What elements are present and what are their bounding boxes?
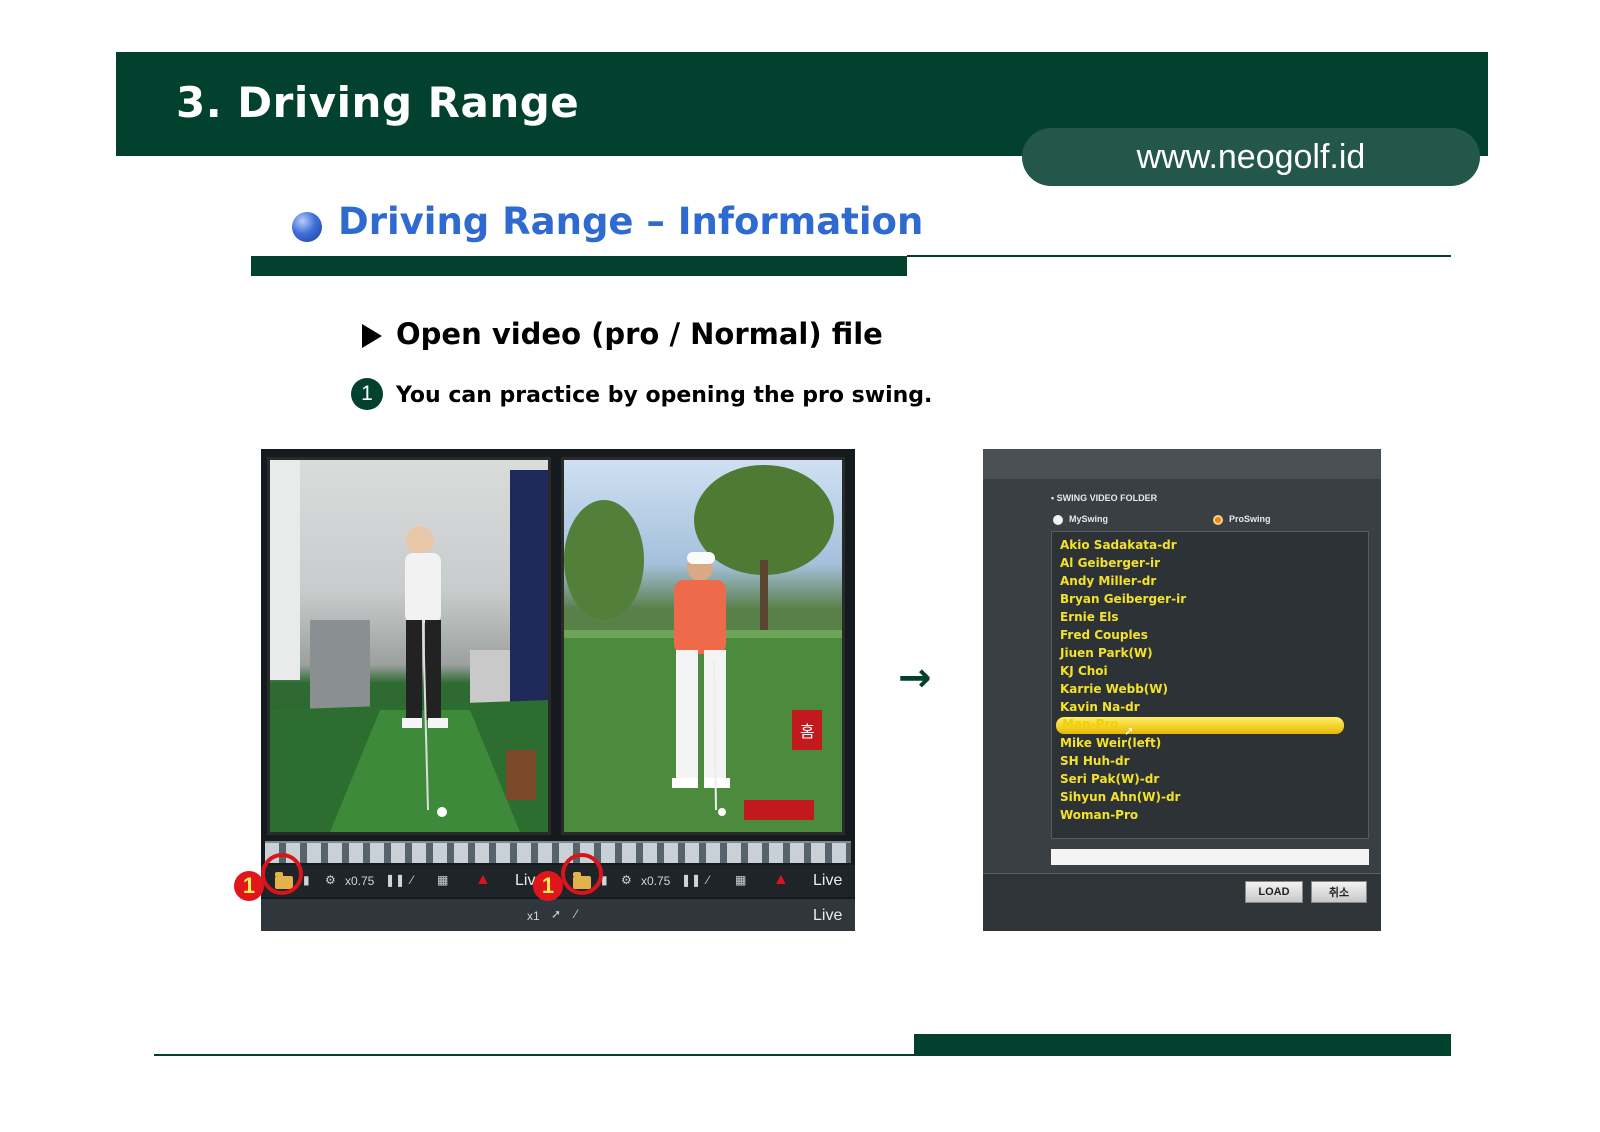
section-title: Driving Range – Information — [338, 200, 924, 243]
footer-bar — [914, 1034, 1451, 1056]
section-bullet-icon — [292, 212, 322, 242]
load-button[interactable]: LOAD — [1245, 881, 1303, 903]
zoom-level[interactable]: x1 — [527, 909, 540, 923]
callout-badge-right: 1 — [533, 871, 563, 901]
page-title: 3. Driving Range — [176, 78, 580, 127]
list-item[interactable]: Sihyun Ahn(W)-dr — [1060, 790, 1180, 804]
swing-line-icon[interactable]: ⁄ — [411, 873, 413, 887]
list-item[interactable]: Bryan Geiberger-ir — [1060, 592, 1186, 606]
footer-line — [154, 1054, 914, 1056]
list-item-selected[interactable]: Man-Pro — [1056, 717, 1344, 734]
list-item[interactable]: KJ Choi — [1060, 664, 1108, 678]
highlight-circle-right — [561, 853, 603, 895]
record-icon[interactable]: ▲ — [475, 871, 491, 889]
bottom-control-bar: x1 ➚ ⁄ Live — [261, 899, 855, 931]
cursor-icon[interactable]: ➚ — [551, 907, 561, 921]
list-item[interactable]: Jiuen Park(W) — [1060, 646, 1153, 660]
callout-badge-left: 1 — [234, 871, 264, 901]
user-swing-video[interactable] — [267, 457, 551, 835]
settings-icon[interactable]: ⚙ — [621, 873, 632, 887]
speed-right[interactable]: x0.75 — [641, 874, 670, 888]
speed-left[interactable]: x0.75 — [345, 874, 374, 888]
step-number-badge: 1 — [351, 378, 383, 410]
red-sign-text: 홈 — [800, 722, 815, 741]
frame-timeline[interactable] — [265, 841, 851, 863]
grid-icon[interactable]: ▦ — [437, 873, 448, 887]
video-player-panel: 홈 ▮ ⚙ x0.75 ❚❚ ⁄ ▦ ▲ Live ▮ ⚙ x0.75 ❚❚ ⁄… — [261, 449, 855, 931]
pro-swing-video[interactable]: 홈 — [561, 457, 845, 835]
right-arrow-icon: → — [898, 655, 932, 701]
pause-icon[interactable]: ❚❚ — [681, 873, 701, 887]
mouse-cursor-icon: ➚ — [1124, 724, 1135, 738]
record-icon[interactable]: ▲ — [773, 871, 789, 889]
list-item[interactable]: Karrie Webb(W) — [1060, 682, 1168, 696]
cancel-button[interactable]: 취소 — [1311, 881, 1367, 903]
swing-video-folder-dialog: • SWING VIDEO FOLDER MySwing ProSwing Ak… — [983, 449, 1381, 931]
outdoor-golfer-illustration: 홈 — [564, 465, 842, 832]
section-underline-line — [907, 255, 1451, 257]
list-item[interactable]: Ernie Els — [1060, 610, 1119, 624]
swing-line-icon[interactable]: ⁄ — [575, 907, 577, 921]
radio-myswing[interactable] — [1053, 515, 1063, 525]
pause-icon[interactable]: ❚❚ — [385, 873, 405, 887]
website-url: www.neogolf.id — [1022, 128, 1480, 186]
radio-proswing-label: ProSwing — [1229, 514, 1271, 524]
settings-icon[interactable]: ⚙ — [325, 873, 336, 887]
triangle-bullet-icon — [362, 324, 382, 348]
dialog-titlebar — [983, 449, 1381, 479]
list-item[interactable]: Akio Sadakata-dr — [1060, 538, 1177, 552]
list-item[interactable]: Fred Couples — [1060, 628, 1148, 642]
list-item[interactable]: SH Huh-dr — [1060, 754, 1129, 768]
section-underline-bar — [251, 256, 907, 276]
list-item[interactable]: Kavin Na-dr — [1060, 700, 1140, 714]
list-item[interactable]: Mike Weir(left) — [1060, 736, 1161, 750]
live-label-right[interactable]: Live — [813, 872, 842, 890]
file-name-input[interactable] — [1051, 849, 1369, 865]
list-item[interactable]: Seri Pak(W)-dr — [1060, 772, 1159, 786]
highlight-circle-left — [261, 853, 303, 895]
live-label-bottom[interactable]: Live — [813, 907, 842, 925]
list-item[interactable]: Andy Miller-dr — [1060, 574, 1156, 588]
grid-icon[interactable]: ▦ — [735, 873, 746, 887]
list-item[interactable]: Al Geiberger-ir — [1060, 556, 1160, 570]
dialog-heading: • SWING VIDEO FOLDER — [1051, 493, 1158, 503]
list-item[interactable]: Woman-Pro — [1060, 808, 1138, 822]
save-icon[interactable]: ▮ — [303, 873, 310, 887]
radio-myswing-label: MySwing — [1069, 514, 1109, 524]
subsection-title: Open video (pro / Normal) file — [396, 317, 883, 351]
radio-proswing[interactable] — [1213, 515, 1223, 525]
step-description: You can practice by opening the pro swin… — [396, 383, 933, 408]
swing-video-list[interactable]: Akio Sadakata-dr Al Geiberger-ir Andy Mi… — [1051, 531, 1369, 839]
indoor-golfer-illustration — [270, 460, 548, 832]
swing-line-icon[interactable]: ⁄ — [707, 873, 709, 887]
